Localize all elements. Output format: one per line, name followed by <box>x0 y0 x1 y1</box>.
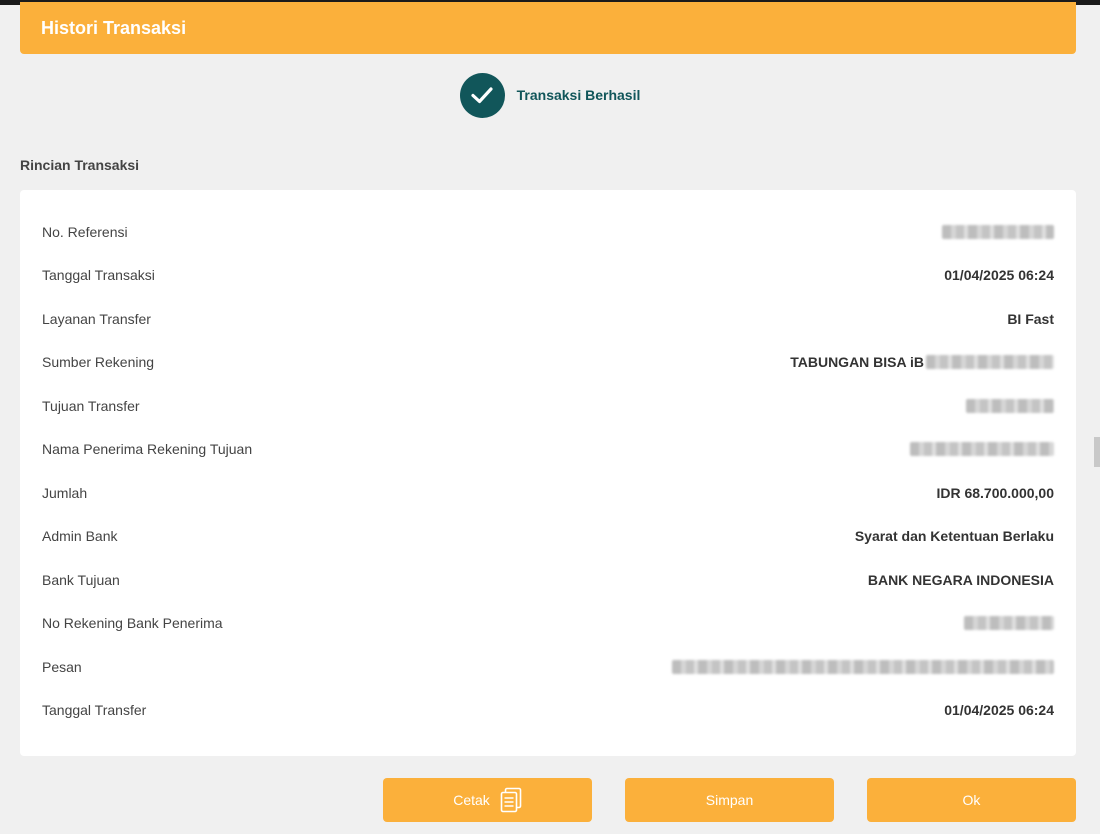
detail-label: No Rekening Bank Penerima <box>42 615 223 632</box>
detail-value <box>942 224 1054 239</box>
detail-row: Tanggal Transfer 01/04/2025 06:24 <box>20 689 1076 733</box>
detail-row: Tujuan Transfer <box>20 384 1076 428</box>
detail-label: Nama Penerima Rekening Tujuan <box>42 441 253 458</box>
detail-value <box>910 442 1054 457</box>
detail-row: Admin Bank Syarat dan Ketentuan Berlaku <box>20 515 1076 559</box>
print-button[interactable]: Cetak <box>383 778 592 822</box>
detail-value <box>966 398 1054 413</box>
action-buttons: Cetak Simpan Ok <box>0 778 1100 822</box>
page-title: Histori Transaksi <box>41 17 187 38</box>
detail-label: No. Referensi <box>42 223 128 240</box>
detail-row: No. Referensi <box>20 210 1076 254</box>
detail-row: Jumlah IDR 68.700.000,00 <box>20 471 1076 515</box>
detail-label: Bank Tujuan <box>42 571 120 588</box>
status-text: Transaksi Berhasil <box>516 87 641 103</box>
detail-row: Layanan Transfer BI Fast <box>20 297 1076 341</box>
detail-value: 01/04/2025 06:24 <box>944 702 1054 718</box>
save-button[interactable]: Simpan <box>625 778 834 822</box>
redacted-value <box>910 442 1054 457</box>
detail-value-text: BI Fast <box>1007 310 1054 327</box>
detail-value: IDR 68.700.000,00 <box>936 485 1054 501</box>
detail-row: Nama Penerima Rekening Tujuan <box>20 428 1076 472</box>
detail-label: Tanggal Transfer <box>42 702 147 719</box>
detail-row: Tanggal Transaksi 01/04/2025 06:24 <box>20 254 1076 298</box>
detail-row: Bank Tujuan BANK NEGARA INDONESIA <box>20 558 1076 602</box>
redacted-value <box>966 398 1054 413</box>
scrollbar-fragment <box>1094 437 1100 467</box>
detail-label: Tujuan Transfer <box>42 397 140 414</box>
transaction-status: Transaksi Berhasil <box>0 72 1100 118</box>
detail-label: Layanan Transfer <box>42 310 151 327</box>
detail-value: BANK NEGARA INDONESIA <box>868 572 1054 588</box>
detail-value-text: BANK NEGARA INDONESIA <box>867 571 1054 588</box>
redacted-value <box>672 659 1054 674</box>
detail-value: BI Fast <box>1007 311 1054 327</box>
detail-value-text: 01/04/2025 06:24 <box>944 702 1054 719</box>
section-title: Rincian Transaksi <box>20 157 140 173</box>
detail-label: Sumber Rekening <box>42 354 155 371</box>
check-icon <box>459 72 505 118</box>
detail-value: 01/04/2025 06:24 <box>944 267 1054 283</box>
ok-button[interactable]: Ok <box>867 778 1076 822</box>
detail-label: Admin Bank <box>42 528 118 545</box>
detail-value-text: TABUNGAN BISA iB <box>790 354 924 371</box>
detail-value: TABUNGAN BISA iB <box>790 354 1054 370</box>
detail-label: Jumlah <box>42 484 88 501</box>
detail-value-text: Syarat dan Ketentuan Berlaku <box>854 528 1054 545</box>
detail-label: Tanggal Transaksi <box>42 267 155 284</box>
redacted-value <box>964 616 1054 631</box>
detail-row: Pesan <box>20 645 1076 689</box>
detail-value-text: 01/04/2025 06:24 <box>944 267 1054 284</box>
page-header: Histori Transaksi <box>20 2 1076 54</box>
redacted-value <box>926 355 1054 370</box>
detail-value <box>672 659 1054 674</box>
detail-label: Pesan <box>42 658 82 675</box>
document-icon <box>500 787 522 813</box>
transaction-detail-card: No. Referensi Tanggal Transaksi 01/04/2025… <box>20 190 1076 756</box>
detail-value <box>964 616 1054 631</box>
print-button-label: Cetak <box>453 792 490 808</box>
redacted-value <box>942 224 1054 239</box>
detail-row: No Rekening Bank Penerima <box>20 602 1076 646</box>
detail-value: Syarat dan Ketentuan Berlaku <box>855 528 1054 544</box>
detail-value-text: IDR 68.700.000,00 <box>936 484 1054 501</box>
detail-row: Sumber Rekening TABUNGAN BISA iB <box>20 341 1076 385</box>
